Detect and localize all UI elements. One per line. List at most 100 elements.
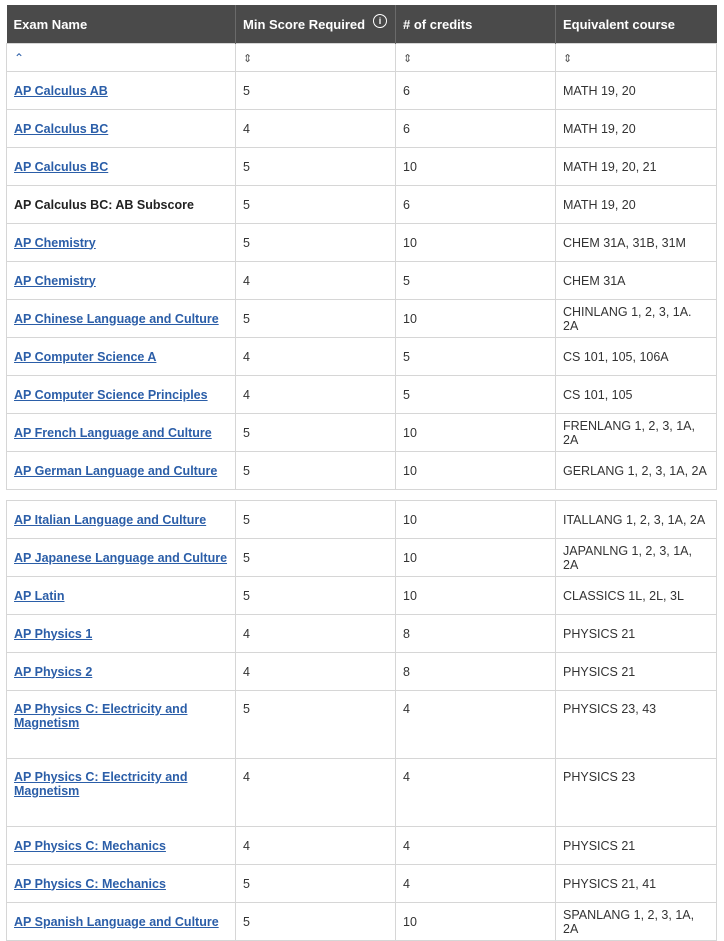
min-score-cell: 5 bbox=[235, 71, 396, 110]
sort-cell: ⇕ bbox=[555, 43, 717, 72]
header-min-score-label: Min Score Required bbox=[243, 16, 366, 32]
exam-link[interactable]: AP Physics C: Mechanics bbox=[14, 839, 166, 853]
min-score-cell: 4 bbox=[235, 261, 396, 300]
exam-name-cell: AP Physics 2 bbox=[6, 652, 236, 691]
exam-name-cell: AP Physics C: Electricity and Magnetism bbox=[6, 690, 236, 759]
exam-link[interactable]: AP Latin bbox=[14, 589, 64, 603]
min-score-cell: 5 bbox=[235, 576, 396, 615]
equivalent-course-cell: SPANLANG 1, 2, 3, 1A, 2A bbox=[555, 902, 717, 941]
credits-cell: 10 bbox=[395, 147, 556, 186]
sort-ascending-icon[interactable]: ⌃ bbox=[14, 51, 24, 65]
credits-cell: 4 bbox=[395, 826, 556, 865]
equivalent-course-cell: MATH 19, 20 bbox=[555, 71, 717, 110]
credits-cell: 6 bbox=[395, 71, 556, 110]
credits-cell: 5 bbox=[395, 261, 556, 300]
exam-link[interactable]: AP Calculus BC bbox=[14, 122, 108, 136]
table-row: AP French Language and Culture 5 10 FRENLAN… bbox=[6, 413, 717, 452]
min-score-cell: 5 bbox=[235, 147, 396, 186]
exam-link[interactable]: AP Chinese Language and Culture bbox=[14, 312, 219, 326]
table-row: AP Chemistry 4 5 CHEM 31A bbox=[6, 261, 717, 300]
sort-toggle-icon[interactable]: ⇕ bbox=[243, 52, 252, 65]
credits-cell: 4 bbox=[395, 758, 556, 827]
header-credits[interactable]: # of credits bbox=[395, 5, 556, 44]
table-row: AP Computer Science Principles 4 5 CS 101, … bbox=[6, 375, 717, 414]
exam-link[interactable]: AP Physics C: Electricity and Magnetism bbox=[14, 702, 187, 730]
exam-link[interactable]: AP Calculus BC bbox=[14, 160, 108, 174]
sort-cell: ⇕ bbox=[235, 43, 396, 72]
sort-row: ⌃ ⇕ ⇕ ⇕ bbox=[6, 43, 717, 72]
equivalent-course-cell: PHYSICS 23 bbox=[555, 758, 717, 827]
header-exam-name[interactable]: Exam Name bbox=[6, 5, 236, 44]
exam-name-cell: AP Latin bbox=[6, 576, 236, 615]
equivalent-course-cell: CS 101, 105, 106A bbox=[555, 337, 717, 376]
exam-link[interactable]: AP Physics 1 bbox=[14, 627, 92, 641]
exam-link[interactable]: AP Japanese Language and Culture bbox=[14, 551, 227, 565]
exam-link[interactable]: AP Italian Language and Culture bbox=[14, 513, 206, 527]
equivalent-course-cell: FRENLANG 1, 2, 3, 1A, 2A bbox=[555, 413, 717, 452]
exam-link[interactable]: AP Spanish Language and Culture bbox=[14, 915, 219, 929]
sort-toggle-icon[interactable]: ⇕ bbox=[403, 52, 412, 65]
exam-link[interactable]: AP Calculus AB bbox=[14, 84, 108, 98]
credits-cell: 10 bbox=[395, 902, 556, 941]
equivalent-course-cell: CS 101, 105 bbox=[555, 375, 717, 414]
exam-link[interactable]: AP German Language and Culture bbox=[14, 464, 217, 478]
credits-cell: 4 bbox=[395, 690, 556, 759]
exam-link[interactable]: AP French Language and Culture bbox=[14, 426, 212, 440]
exam-name-text: AP Calculus BC: AB Subscore bbox=[14, 197, 194, 212]
header-equivalent-course[interactable]: Equivalent course bbox=[555, 5, 717, 44]
table-row: AP Latin 5 10 CLASSICS 1L, 2L, 3L bbox=[6, 576, 717, 615]
min-score-cell: 5 bbox=[235, 902, 396, 941]
exam-link[interactable]: AP Chemistry bbox=[14, 274, 96, 288]
min-score-cell: 5 bbox=[235, 185, 396, 224]
exam-name-cell: AP Calculus BC: AB Subscore bbox=[6, 185, 236, 224]
credits-cell: 10 bbox=[395, 500, 556, 539]
exam-name-cell: AP Italian Language and Culture bbox=[6, 500, 236, 539]
credits-cell: 8 bbox=[395, 614, 556, 653]
exam-name-cell: AP Calculus BC bbox=[6, 109, 236, 148]
equivalent-course-cell: ITALLANG 1, 2, 3, 1A, 2A bbox=[555, 500, 717, 539]
table-row: AP Italian Language and Culture 5 10 ITALLA… bbox=[6, 500, 717, 539]
equivalent-course-cell: MATH 19, 20 bbox=[555, 109, 717, 148]
equivalent-course-cell: JAPANLNG 1, 2, 3, 1A, 2A bbox=[555, 538, 717, 577]
sort-toggle-icon[interactable]: ⇕ bbox=[563, 52, 572, 65]
credits-cell: 10 bbox=[395, 538, 556, 577]
credits-cell: 10 bbox=[395, 576, 556, 615]
equivalent-course-cell: PHYSICS 21, 41 bbox=[555, 864, 717, 903]
equivalent-course-cell: GERLANG 1, 2, 3, 1A, 2A bbox=[555, 451, 717, 490]
exam-name-cell: AP Japanese Language and Culture bbox=[6, 538, 236, 577]
exam-name-cell: AP Physics 1 bbox=[6, 614, 236, 653]
exam-link[interactable]: AP Physics C: Electricity and Magnetism bbox=[14, 770, 187, 798]
exam-link[interactable]: AP Physics C: Mechanics bbox=[14, 877, 166, 891]
equivalent-course-cell: PHYSICS 21 bbox=[555, 652, 717, 691]
table-row: AP Physics C: Electricity and Magnetism 4… bbox=[6, 758, 717, 827]
sort-cell: ⌃ bbox=[6, 43, 236, 72]
table-row: AP Calculus BC: AB Subscore 5 6 MATH 19, 20 bbox=[6, 185, 717, 224]
equivalent-course-cell: CLASSICS 1L, 2L, 3L bbox=[555, 576, 717, 615]
exam-name-cell: AP Calculus AB bbox=[6, 71, 236, 110]
min-score-cell: 5 bbox=[235, 299, 396, 338]
equivalent-course-cell: MATH 19, 20 bbox=[555, 185, 717, 224]
min-score-cell: 5 bbox=[235, 413, 396, 452]
exam-name-cell: AP Physics C: Electricity and Magnetism bbox=[6, 758, 236, 827]
min-score-cell: 4 bbox=[235, 652, 396, 691]
table-row: AP Calculus BC 5 10 MATH 19, 20, 21 bbox=[6, 147, 717, 186]
min-score-cell: 4 bbox=[235, 758, 396, 827]
ap-credit-table: Exam Name Min Score Required i # of cred… bbox=[6, 5, 717, 941]
exam-link[interactable]: AP Physics 2 bbox=[14, 665, 92, 679]
exam-name-cell: AP Computer Science Principles bbox=[6, 375, 236, 414]
gap-cell bbox=[6, 489, 717, 501]
exam-link[interactable]: AP Computer Science Principles bbox=[14, 388, 208, 402]
exam-name-cell: AP French Language and Culture bbox=[6, 413, 236, 452]
credits-cell: 6 bbox=[395, 185, 556, 224]
info-icon[interactable]: i bbox=[373, 14, 387, 28]
table-row: AP Physics 2 4 8 PHYSICS 21 bbox=[6, 652, 717, 691]
header-min-score[interactable]: Min Score Required i bbox=[235, 5, 396, 44]
credits-cell: 5 bbox=[395, 375, 556, 414]
equivalent-course-cell: PHYSICS 21 bbox=[555, 614, 717, 653]
exam-name-cell: AP Chinese Language and Culture bbox=[6, 299, 236, 338]
exam-link[interactable]: AP Computer Science A bbox=[14, 350, 156, 364]
credits-cell: 10 bbox=[395, 299, 556, 338]
credits-cell: 10 bbox=[395, 223, 556, 262]
sort-cell: ⇕ bbox=[395, 43, 556, 72]
exam-link[interactable]: AP Chemistry bbox=[14, 236, 96, 250]
